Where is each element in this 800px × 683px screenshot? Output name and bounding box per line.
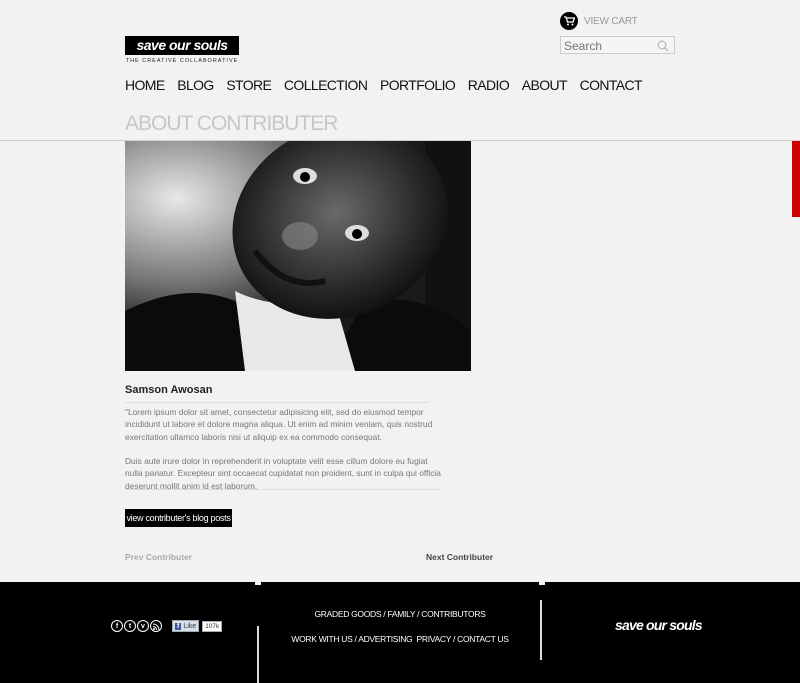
view-blog-posts-button[interactable]: view contributer's blog posts — [125, 509, 232, 527]
like-count: 107k — [202, 620, 223, 632]
next-contributer-link[interactable]: Next Contributer — [426, 552, 493, 562]
site-footer: f t v f Like 107k GRADED GOODS / FAMILY … — [0, 582, 800, 683]
footer-link-privacy[interactable]: PRIVACY — [417, 634, 452, 644]
rss-icon[interactable] — [150, 620, 162, 632]
nav-collection[interactable]: COLLECTION — [284, 76, 368, 94]
facebook-like-button[interactable]: f Like — [172, 620, 200, 632]
facebook-icon[interactable]: f — [111, 620, 123, 632]
footer-links-row: WORK WITH US / ADVERTISING PRIVACY / CON… — [291, 634, 509, 644]
footer-logo[interactable]: save our souls — [615, 617, 703, 633]
nav-about[interactable]: ABOUT — [522, 76, 568, 94]
like-label: Like — [183, 622, 197, 630]
twitter-icon[interactable]: t — [124, 620, 136, 632]
site-logo[interactable]: save our souls — [125, 36, 239, 55]
contributor-photo — [125, 141, 471, 371]
nav-blog[interactable]: BLOG — [177, 76, 214, 94]
view-cart-label: VIEW CART — [584, 15, 638, 27]
name-divider — [125, 402, 429, 403]
footer-link-contact-us[interactable]: CONTACT US — [457, 634, 509, 644]
footer-link-contributors[interactable]: CONTRIBUTORS — [421, 609, 486, 619]
view-cart-link[interactable]: VIEW CART — [560, 12, 638, 30]
bio-paragraph: Duis aute irure dolor in reprehenderit i… — [125, 456, 441, 491]
footer-link-work-with-us[interactable]: WORK WITH US — [291, 634, 352, 644]
facebook-icon: f — [175, 622, 182, 630]
nav-radio[interactable]: RADIO — [468, 76, 510, 94]
social-icons: f t v — [111, 620, 162, 632]
contributor-name: Samson Awosan — [125, 384, 213, 396]
nav-home[interactable]: HOME — [125, 76, 165, 94]
footer-notch — [539, 582, 545, 585]
cart-icon — [560, 12, 578, 30]
search-box — [560, 36, 675, 54]
footer-divider — [257, 626, 259, 683]
vimeo-icon[interactable]: v — [137, 620, 149, 632]
nav-contact[interactable]: CONTACT — [580, 76, 643, 94]
search-icon[interactable] — [657, 39, 669, 57]
bio-paragraph: "Lorem ipsum dolor sit amet, consectetur… — [125, 407, 433, 442]
nav-portfolio[interactable]: PORTFOLIO — [380, 76, 456, 94]
side-tab[interactable] — [792, 141, 800, 217]
footer-link-graded-goods[interactable]: GRADED GOODS — [314, 609, 381, 619]
footer-links-row: GRADED GOODS / FAMILY / CONTRIBUTORS — [314, 609, 486, 619]
search-input[interactable] — [561, 38, 653, 54]
page-title: ABOUT CONTRIBUTER — [125, 112, 338, 135]
facebook-like-widget: f Like 107k — [172, 620, 223, 632]
site-tagline: THE CREATIVE COLLABORATIVE — [125, 58, 239, 64]
footer-link-family[interactable]: FAMILY — [387, 609, 415, 619]
footer-divider — [540, 600, 542, 660]
nav-store[interactable]: STORE — [226, 76, 272, 94]
footer-notch — [255, 582, 261, 585]
footer-link-advertising[interactable]: ADVERTISING — [358, 634, 412, 644]
bio-divider — [125, 489, 441, 490]
prev-contributer-link[interactable]: Prev Contributer — [125, 552, 192, 562]
main-nav: HOME BLOG STORE COLLECTION PORTFOLIO RAD… — [125, 76, 655, 94]
